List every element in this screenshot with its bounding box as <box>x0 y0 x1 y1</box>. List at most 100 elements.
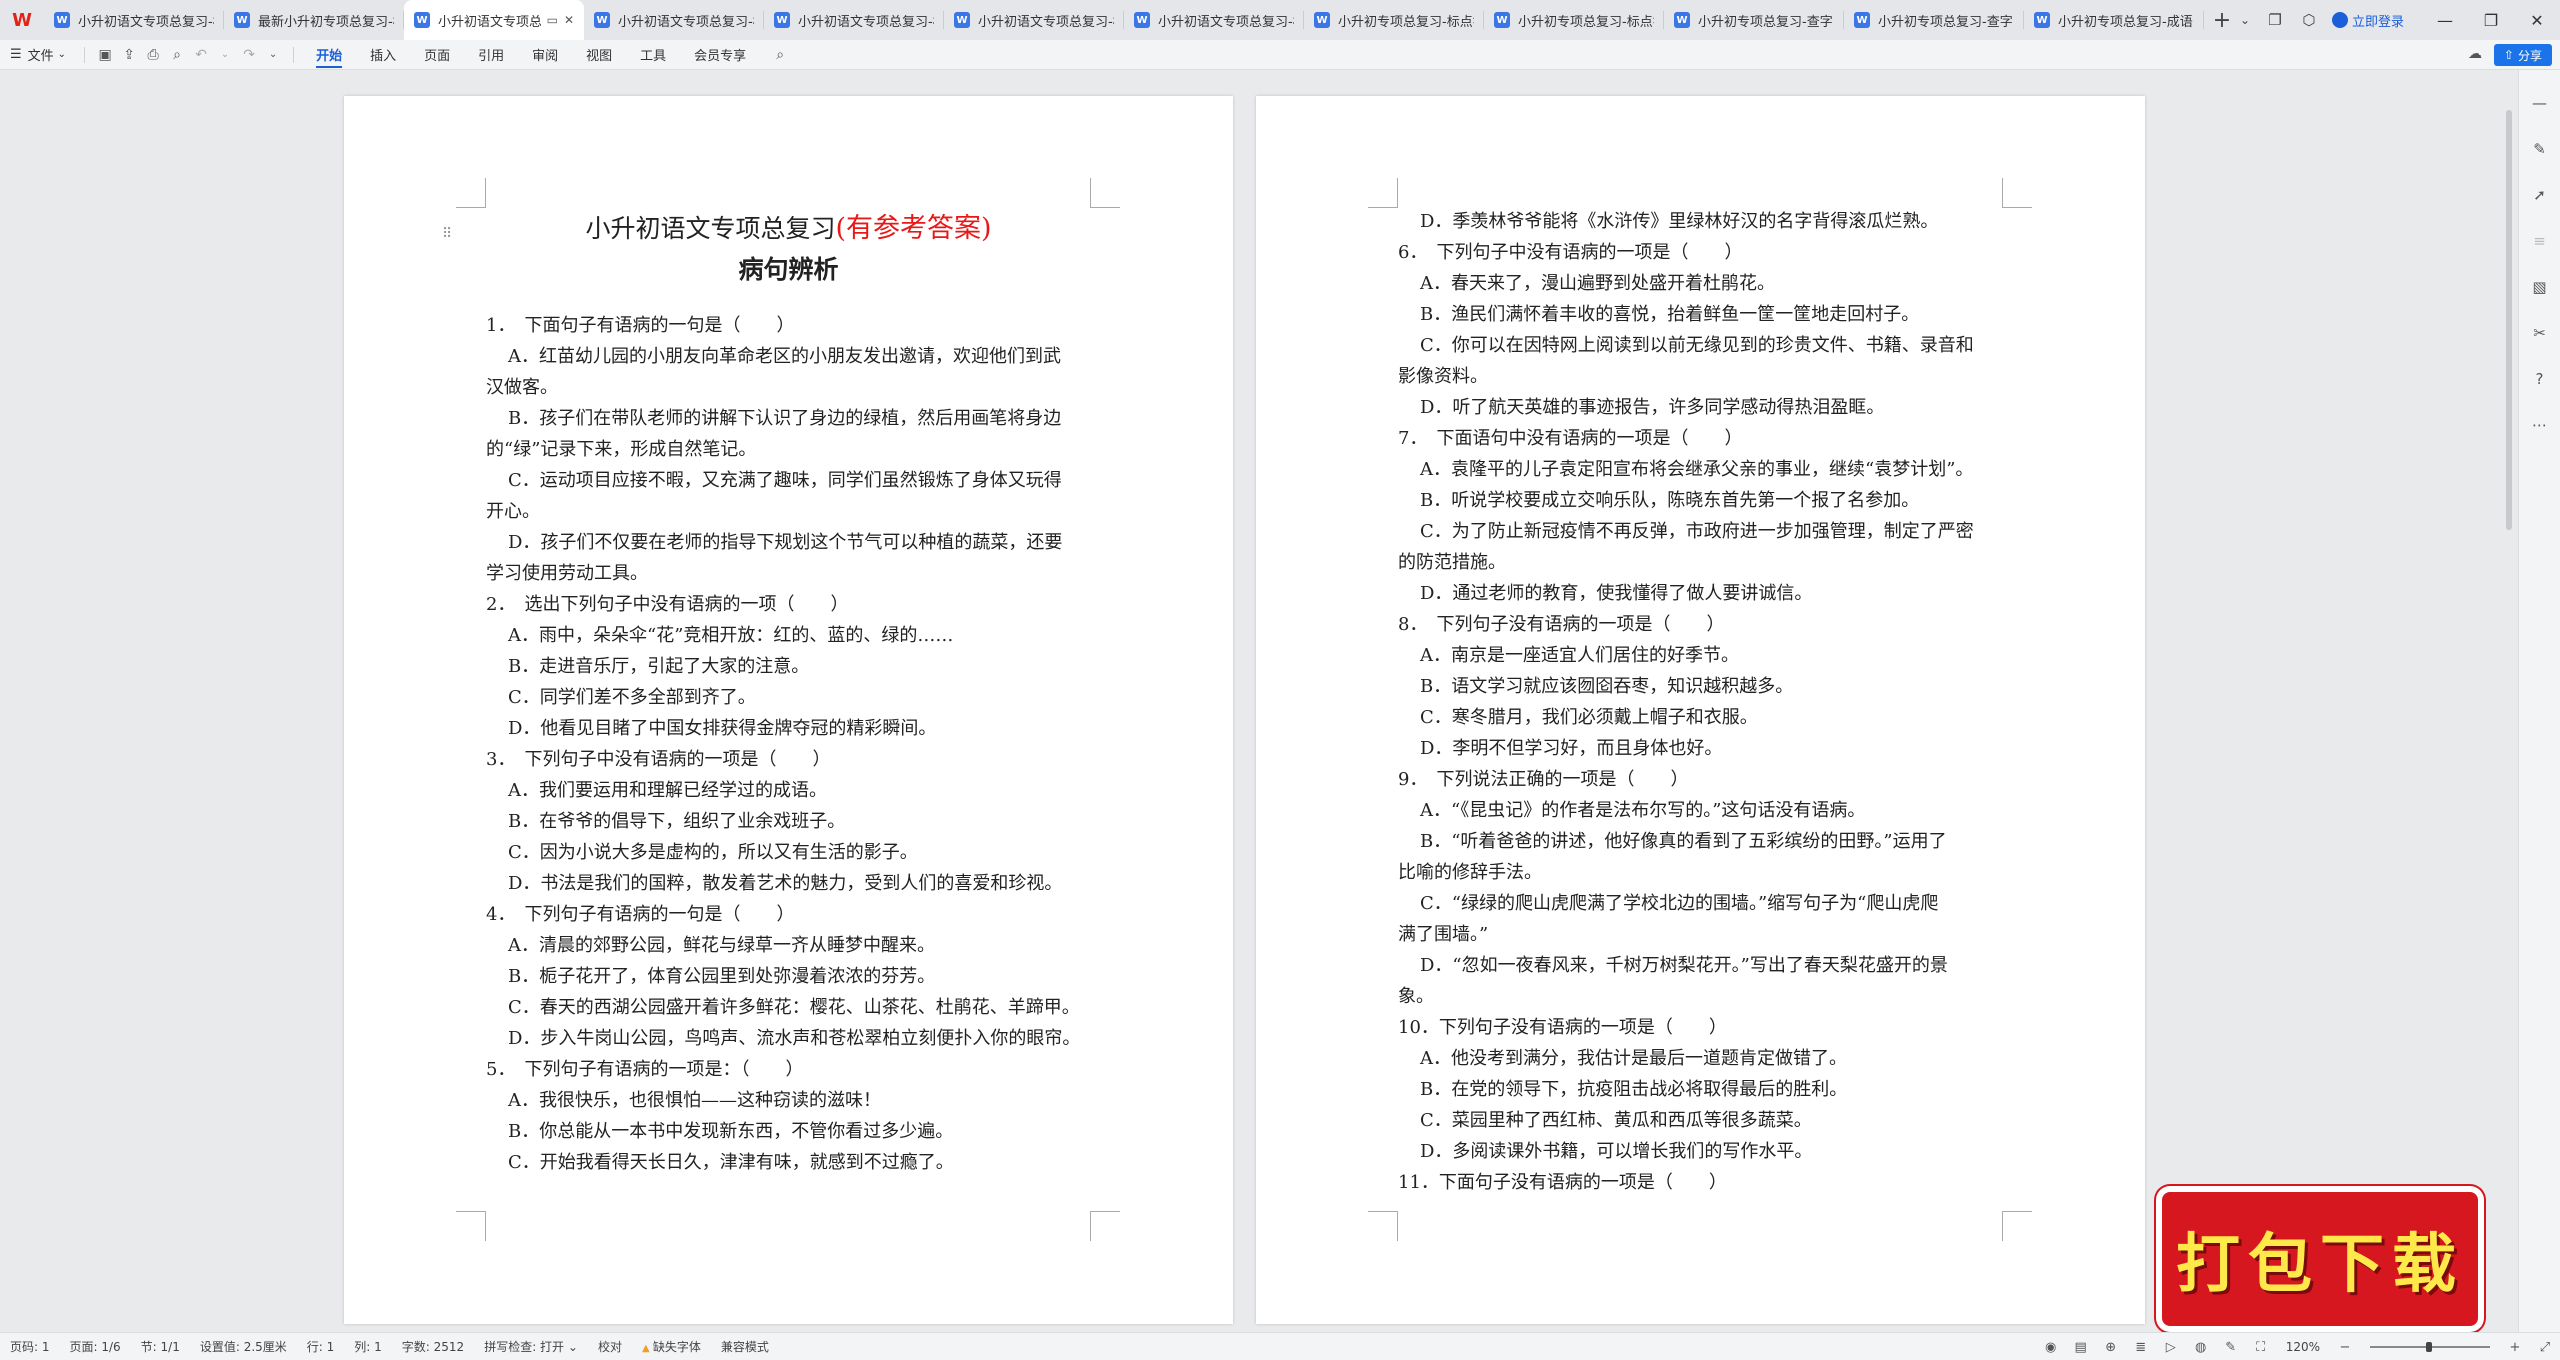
status-item[interactable]: 行: 1 <box>297 1338 345 1355</box>
fit-page-icon[interactable]: ⛶ <box>2246 1340 2276 1355</box>
document-tab[interactable]: W 小升初语文专项总 ▭ ✕ <box>404 0 584 40</box>
close-tab-icon[interactable]: ✕ <box>564 13 574 27</box>
question-stem: 11．下面句子没有语病的一项是（ ） <box>1398 1172 1727 1193</box>
document-tab[interactable]: W 小升初专项总复习-标点符 <box>1304 0 1484 40</box>
compat-mode-status[interactable]: 兼容模式 <box>711 1338 779 1355</box>
menu-tab[interactable]: 工具 <box>626 40 680 70</box>
restore-button[interactable]: ❐ <box>2468 11 2514 30</box>
zoom-in-icon[interactable]: + <box>2500 1340 2530 1355</box>
share-button[interactable]: ⇧ 分享 <box>2493 44 2552 66</box>
status-item[interactable]: 校对 <box>588 1338 632 1355</box>
status-item[interactable]: 节: 1/1 <box>131 1338 190 1355</box>
collapse-icon[interactable]: — <box>2526 89 2554 117</box>
document-tab[interactable]: W 小升初语文专项总复习-标 <box>44 0 224 40</box>
login-button[interactable]: 立即登录 <box>2331 11 2404 30</box>
menu-tab[interactable]: 引用 <box>464 40 518 70</box>
zoom-slider[interactable] <box>2370 1342 2490 1352</box>
edit-pen-icon[interactable]: ✎ <box>2526 135 2554 163</box>
document-tab[interactable]: W 小升初专项总复习-查字 <box>1664 0 1844 40</box>
avatar-icon <box>2331 12 2348 28</box>
globe-icon[interactable]: ◍ <box>2186 1340 2216 1355</box>
text-continuation: 开心。 <box>486 501 540 522</box>
undo-dropdown-icon[interactable]: ⌄ <box>213 49 237 60</box>
document-tab[interactable]: W 小升初语文专项总复习-标 <box>584 0 764 40</box>
answer-option: A．南京是一座适宜人们居住的好季节。 <box>1420 645 1739 666</box>
status-item[interactable]: 列: 1 <box>344 1338 392 1355</box>
more-dots-icon[interactable]: ⋯ <box>2526 411 2554 439</box>
web-view-icon[interactable]: ⊕ <box>2096 1340 2126 1355</box>
word-doc-icon: W <box>1674 12 1690 28</box>
margin-mark <box>1368 178 1398 208</box>
word-doc-icon: W <box>2034 12 2050 28</box>
settings-sliders-icon[interactable]: ≡ <box>2526 227 2554 255</box>
vertical-scrollbar[interactable] <box>2504 70 2514 1332</box>
answer-option: C．运动项目应接不暇，又充满了趣味，同学们虽然锻炼了身体又玩得 <box>508 470 1062 491</box>
missing-font-status[interactable]: 缺失字体 <box>632 1338 711 1355</box>
menu-tab[interactable]: 开始 <box>302 40 356 70</box>
collab-icon[interactable]: ☁ <box>2468 46 2482 62</box>
answer-option: B．在爷爷的倡导下，组织了业余戏班子。 <box>508 811 846 832</box>
menu-tab[interactable]: 插入 <box>356 40 410 70</box>
cube-icon[interactable]: ⬡ <box>2292 11 2326 29</box>
select-cursor-icon[interactable]: ➚ <box>2526 181 2554 209</box>
help-icon[interactable]: ? <box>2526 365 2554 393</box>
export-icon[interactable]: ⇪ <box>117 47 141 63</box>
print-preview-icon[interactable]: ⌕ <box>165 47 189 63</box>
file-menu-label: 文件 <box>27 49 54 64</box>
minimize-button[interactable]: — <box>2422 11 2468 30</box>
fullscreen-icon[interactable]: ⤢ <box>2530 1340 2560 1355</box>
document-tab[interactable]: W 小升初专项总复习-成语 <box>2024 0 2204 40</box>
outline-view-icon[interactable]: ≣ <box>2126 1340 2156 1355</box>
menu-tab[interactable]: 审阅 <box>518 40 572 70</box>
status-item[interactable]: 字数: 2512 <box>392 1338 474 1355</box>
page-1-content: 小升初语文专项总复习(有参考答案) 病句辨析 1． 下面句子有语病的一句是（ ）… <box>486 208 1091 1178</box>
download-package-badge[interactable]: 打包下载 <box>2162 1192 2478 1326</box>
eye-protect-icon[interactable]: ◉ <box>2036 1340 2066 1355</box>
more-chevron-icon[interactable]: ⌄ <box>261 49 285 60</box>
menu-tab[interactable]: 页面 <box>410 40 464 70</box>
close-window-button[interactable]: ✕ <box>2514 11 2560 30</box>
print-icon[interactable]: ⎙ <box>141 47 165 63</box>
question-stem: 1． 下面句子有语病的一句是（ ） <box>486 315 795 336</box>
page-view-icon[interactable]: ▤ <box>2066 1340 2096 1355</box>
document-tab[interactable]: W 最新小升初专项总复习-标 <box>224 0 404 40</box>
chevron-down-icon: ⌄ <box>57 49 67 60</box>
document-tab[interactable]: W 小升初语文专项总复习-标 <box>1124 0 1304 40</box>
image-tools-icon[interactable]: ▧ <box>2526 273 2554 301</box>
question-stem: 4． 下列句子有语病的一句是（ ） <box>486 904 795 925</box>
status-item[interactable]: 页码: 1 <box>0 1338 60 1355</box>
tab-label: 小升初语文专项总复习-标 <box>78 14 214 30</box>
document-page-1[interactable]: ⠿ 小升初语文专项总复习(有参考答案) 病句辨析 1． 下面句子有语病的一句是（… <box>344 96 1233 1324</box>
question-stem: 2． 选出下列句子中没有语病的一项（ ） <box>486 594 849 615</box>
status-item[interactable]: 页面: 1/6 <box>60 1338 131 1355</box>
undo-icon[interactable]: ↶ <box>189 47 213 63</box>
answer-option: A．我们要运用和理解已经学过的成语。 <box>508 780 827 801</box>
drag-handle-icon[interactable]: ⠿ <box>442 226 452 242</box>
document-tab[interactable]: W 小升初专项总复习-查字 <box>1844 0 2024 40</box>
redo-icon[interactable]: ↷ <box>237 47 261 63</box>
new-tab-button[interactable]: + <box>2204 0 2240 40</box>
zoom-out-icon[interactable]: − <box>2330 1340 2360 1355</box>
menu-tab[interactable]: 视图 <box>572 40 626 70</box>
scrollbar-thumb[interactable] <box>2506 110 2512 530</box>
wps-logo-icon[interactable]: W <box>0 0 44 40</box>
play-icon[interactable]: ▷ <box>2156 1340 2186 1355</box>
search-icon[interactable]: ⌕ <box>768 47 792 63</box>
save-icon[interactable]: ▣ <box>93 47 117 63</box>
menu-tab[interactable]: 会员专享 <box>680 40 760 70</box>
status-items: 页码: 1 页面: 1/6 节: 1/1 设置值: 2.5厘米 行: 1 列: 1 字数: … <box>0 1338 632 1355</box>
pen-icon[interactable]: ✎ <box>2216 1340 2246 1355</box>
zoom-level[interactable]: 120% <box>2276 1340 2330 1354</box>
status-item[interactable]: 拼写检查: 打开 ⌄ <box>474 1338 588 1355</box>
document-tab[interactable]: W 小升初语文专项总复习-标 <box>944 0 1124 40</box>
status-item[interactable]: 设置值: 2.5厘米 <box>190 1338 297 1355</box>
file-menu-button[interactable]: ☰ 文件 ⌄ <box>0 40 76 70</box>
tab-window-icon[interactable]: ▭ <box>547 13 558 27</box>
document-tab[interactable]: W 小升初语文专项总复习-标 <box>764 0 944 40</box>
document-tab[interactable]: W 小升初专项总复习-标点符 <box>1484 0 1664 40</box>
zoom-slider-knob[interactable] <box>2426 1342 2432 1352</box>
window-switch-icon[interactable]: ❐ <box>2258 11 2292 29</box>
document-page-2[interactable]: D．季羡林爷爷能将《水浒传》里绿林好汉的名字背得滚瓜烂熟。 6． 下列句子中没有语… <box>1256 96 2145 1324</box>
tools-icon[interactable]: ✂ <box>2526 319 2554 347</box>
question-stem: 5． 下列句子有语病的一项是：（ ） <box>486 1059 804 1080</box>
